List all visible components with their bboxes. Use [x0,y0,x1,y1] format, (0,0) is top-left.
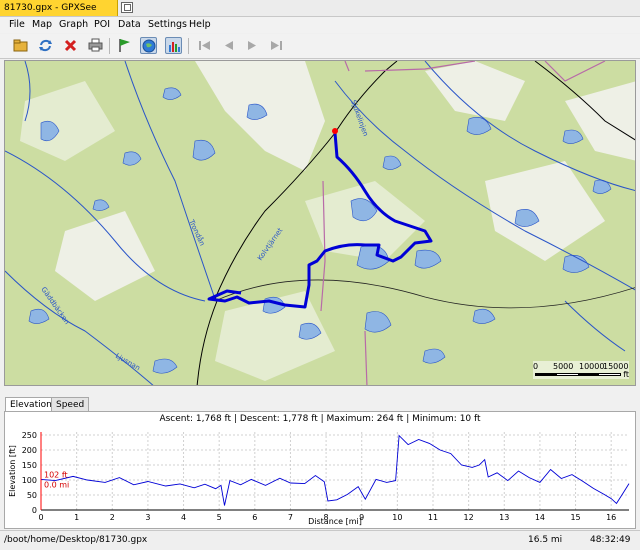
print-icon [88,38,103,52]
reload-icon [39,39,52,52]
reload-button[interactable] [37,37,54,54]
x-tick-label: 2 [110,513,115,522]
menu-data[interactable]: Data [118,19,141,30]
show-map-button[interactable] [140,37,157,54]
last-file-icon [271,41,282,50]
x-tick-label: 4 [181,513,186,522]
elevation-chart[interactable]: 0501001502002500 1 2 3 4 5 6 7 8 9 10 11 12 13 14 15 16D… [5,412,636,529]
topographic-map[interactable]: Sjukelinjen Trondån Gäddbäcken Ljusnan K… [5,61,636,386]
map-label: Kolvtjärnet [256,226,284,262]
status-bar: /boot/home/Desktop/81730.gpx 16.5 mi 48:… [0,530,640,550]
x-tick-label: 11 [428,513,438,522]
close-icon [64,39,77,52]
x-tick-label: 14 [535,513,545,522]
last-file-button[interactable] [268,37,285,54]
toolbar [0,34,640,59]
map-view[interactable]: Sjukelinjen Trondån Gäddbäcken Ljusnan K… [4,60,636,386]
show-graphs-icon [169,42,180,52]
first-file-icon [199,41,210,50]
y-axis-label: Elevation [ft] [8,445,17,497]
y-tick-label: 150 [22,461,37,470]
y-tick-label: 100 [22,476,37,485]
map-label: Ljusnan [114,352,141,372]
y-tick-label: 50 [27,491,37,500]
menu-file[interactable]: File [9,19,25,30]
print-button[interactable] [87,37,104,54]
x-tick-label: 1 [74,513,79,522]
track-start-marker[interactable] [332,128,338,134]
show-waypoints-icon [119,39,130,52]
x-tick-label: 6 [252,513,257,522]
menu-bar: File Map Graph POI Data Settings Help [0,17,640,33]
prev-file-button[interactable] [220,37,237,54]
zoom-window-button[interactable] [121,2,133,13]
next-file-button[interactable] [244,37,261,54]
title-bar: 81730.gpx - GPXSee [0,0,640,17]
x-tick-label: 16 [606,513,616,522]
marker-elevation-label: 102 ft [44,470,68,479]
y-tick-label: 200 [22,446,37,455]
x-tick-label: 10 [392,513,402,522]
open-file-button[interactable] [12,37,29,54]
menu-graph[interactable]: Graph [59,19,88,30]
x-tick-label: 7 [288,513,293,522]
show-waypoints-button[interactable] [116,37,133,54]
open-icon [13,39,28,52]
tab-speed[interactable]: Speed [51,397,90,411]
total-time: 48:32:49 [590,535,631,545]
close-file-button[interactable] [62,37,79,54]
file-path: /boot/home/Desktop/81730.gpx [4,535,148,545]
menu-map[interactable]: Map [32,19,52,30]
x-tick-label: 15 [570,513,580,522]
map-scale-bar: 0 5000 10000 15000 ft [533,361,629,379]
x-tick-label: 5 [217,513,222,522]
x-tick-label: 13 [499,513,509,522]
menu-settings[interactable]: Settings [148,19,187,30]
show-graphs-button[interactable] [165,37,182,54]
next-file-icon [248,41,256,50]
y-tick-label: 0 [32,506,37,515]
x-axis-label: Distance [mi] [308,517,362,526]
x-tick-label: 3 [145,513,150,522]
x-tick-label: 12 [464,513,474,522]
map-label: Trondån [187,217,207,247]
menu-poi[interactable]: POI [94,19,110,30]
first-file-button[interactable] [196,37,213,54]
tab-elevation[interactable]: Elevation [5,397,57,411]
total-distance: 16.5 mi [528,535,563,545]
prev-file-icon [225,41,233,50]
y-tick-label: 250 [22,431,37,440]
window-title: 81730.gpx - GPXSee [4,3,97,13]
menu-help[interactable]: Help [189,19,211,30]
elevation-graph[interactable]: Ascent: 1,768 ft | Descent: 1,778 ft | M… [4,411,636,529]
x-tick-label: 0 [38,513,43,522]
window-title-tab[interactable]: 81730.gpx - GPXSee [0,0,118,16]
show-map-icon [142,39,156,53]
marker-distance-label: 0.0 mi [44,480,69,489]
